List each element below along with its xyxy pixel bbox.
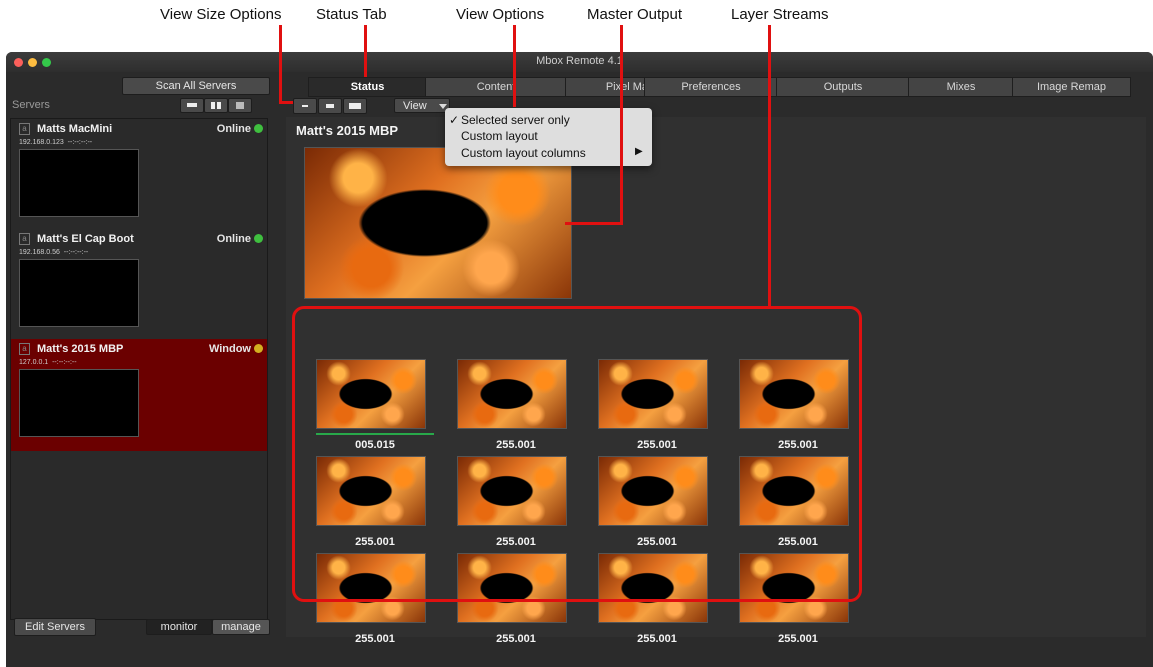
layer-stream-label: 255.001 <box>778 633 818 645</box>
layer-stream-label: 255.001 <box>355 633 395 645</box>
pointer-view-size <box>279 25 282 103</box>
server-thumbnail <box>19 259 139 327</box>
view-options-button[interactable]: View <box>394 98 450 113</box>
monitor-toggle[interactable]: monitor <box>146 619 212 635</box>
menu-item-custom-layout[interactable]: Custom layout <box>461 129 538 143</box>
pointer-layer-streams <box>768 25 771 307</box>
server-status: Online <box>216 233 251 245</box>
window-title: Mbox Remote 4.1 <box>536 55 623 67</box>
server-ip: 127.0.0.1 --:--:--:-- <box>19 359 77 366</box>
callout-view-size: View Size Options <box>160 6 282 23</box>
server-status: Online <box>216 123 251 135</box>
server-name: Matts MacMini <box>37 123 113 135</box>
view-size-small-button[interactable] <box>293 98 317 114</box>
manage-toggle[interactable]: manage <box>212 619 270 635</box>
callout-master-output: Master Output <box>587 6 683 23</box>
tab-mixes[interactable]: Mixes <box>908 77 1014 97</box>
server-item-selected[interactable]: a Matt's 2015 MBP 127.0.0.1 --:--:--:-- … <box>11 339 267 451</box>
master-output-preview <box>304 147 572 299</box>
pointer-master-output-arm <box>565 222 623 225</box>
server-ip: 192.168.0.123 --:--:--:-- <box>19 139 93 146</box>
server-status: Window <box>208 343 251 355</box>
pointer-view-size-arm <box>279 101 293 104</box>
view-options-label: View <box>403 100 427 112</box>
tab-preferences[interactable]: Preferences <box>644 77 778 97</box>
server-badge-icon: a <box>19 123 30 135</box>
server-name: Matt's El Cap Boot <box>37 233 134 245</box>
tab-content[interactable]: Content <box>425 77 567 97</box>
server-ip: 192.168.0.56 --:--:--:-- <box>19 249 89 256</box>
layer-stream-label: 255.001 <box>496 633 536 645</box>
server-item[interactable]: a Matt's El Cap Boot 192.168.0.56 --:--:… <box>11 229 267 337</box>
menu-item-selected-server-only[interactable]: Selected server only <box>461 113 570 127</box>
status-dot-icon <box>254 344 263 353</box>
list-view-large-icon[interactable] <box>180 98 204 113</box>
callout-view-options: View Options <box>456 6 545 23</box>
pointer-master-output <box>620 25 623 225</box>
pointer-view-options <box>513 25 516 107</box>
server-thumbnail <box>19 369 139 437</box>
tab-status[interactable]: Status <box>308 77 427 97</box>
server-badge-icon: a <box>19 343 30 355</box>
server-item[interactable]: a Matts MacMini 192.168.0.123 --:--:--:-… <box>11 119 267 227</box>
view-size-large-button[interactable] <box>343 98 367 114</box>
scan-all-servers-button[interactable]: Scan All Servers <box>122 77 270 95</box>
server-badge-icon: a <box>19 233 30 245</box>
callout-layer-streams: Layer Streams <box>731 6 829 23</box>
layer-stream-label: 255.001 <box>637 633 677 645</box>
callout-status-tab: Status Tab <box>316 6 387 23</box>
server-name: Matt's 2015 MBP <box>37 343 124 355</box>
server-thumbnail <box>19 149 139 217</box>
view-size-medium-button[interactable] <box>318 98 342 114</box>
submenu-arrow-icon: ▶ <box>635 146 643 157</box>
status-dot-icon <box>254 124 263 133</box>
menu-item-custom-layout-columns[interactable]: Custom layout columns <box>461 146 586 160</box>
checkmark-icon: ✓ <box>449 113 460 127</box>
master-output-title: Matt's 2015 MBP <box>296 123 399 138</box>
list-view-grid-icon[interactable] <box>204 98 228 113</box>
list-view-compact-icon[interactable] <box>228 98 252 113</box>
servers-label: Servers <box>12 99 50 111</box>
title-bar: Mbox Remote 4.1 <box>6 52 1153 72</box>
servers-sidebar: a Matts MacMini 192.168.0.123 --:--:--:-… <box>10 118 268 620</box>
status-dot-icon <box>254 234 263 243</box>
tab-outputs[interactable]: Outputs <box>776 77 910 97</box>
pointer-status-tab <box>364 25 367 77</box>
tab-image-remap[interactable]: Image Remap <box>1012 77 1131 97</box>
layer-streams-highlight <box>292 306 862 602</box>
edit-servers-button[interactable]: Edit Servers <box>14 618 96 636</box>
